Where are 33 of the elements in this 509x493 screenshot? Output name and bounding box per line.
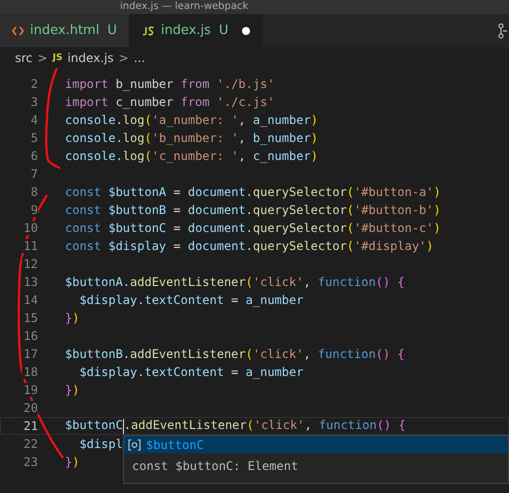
js-file-icon — [140, 26, 155, 36]
code-line: $displ — [78, 437, 123, 451]
suggestion-item[interactable]: $buttonC — [124, 436, 508, 453]
suggestion-detail: const $buttonC: Element — [131, 458, 300, 475]
breadcrumb-item[interactable]: src — [15, 50, 33, 64]
compare-icon[interactable] — [498, 22, 507, 38]
code-line: $display.textContent = a_number — [78, 293, 304, 307]
code-brackets-icon — [12, 26, 24, 36]
code-line: }) — [65, 455, 80, 469]
breadcrumb-separator: > — [118, 50, 129, 64]
code-line: console.log('a_number: ', a_number) — [65, 113, 318, 127]
breadcrumb-item[interactable]: index.js — [67, 50, 114, 64]
editor-tab[interactable]: index.js U — [128, 14, 262, 47]
code-line: }) — [65, 383, 80, 397]
code-line: console.log('b_number: ', b_number) — [65, 131, 318, 145]
js-file-icon: JS — [52, 52, 62, 62]
code-line: const $display = document.querySelector('#display') — [65, 239, 434, 253]
code-line: const $buttonC = document.querySelector('#button-c') — [65, 221, 441, 235]
breadcrumb-item[interactable]: ... — [134, 50, 146, 64]
code-line: $buttonB.addEventListener('click', function() { — [65, 347, 405, 361]
code-line: import c_number from './c.js' — [65, 95, 275, 109]
code-line: $buttonA.addEventListener('click', function() { — [65, 275, 405, 289]
breadcrumb-separator: > — [38, 50, 48, 64]
variable-icon — [128, 438, 141, 450]
code-line: console.log('c_number: ', c_number) — [65, 149, 318, 163]
code-line: const $buttonA = document.querySelector('#button-a') — [65, 185, 441, 199]
window-title: index.js — learn-webpack — [120, 0, 250, 14]
code-line: const $buttonB = document.querySelector('#button-b') — [65, 203, 441, 217]
code-line: }) — [65, 311, 80, 325]
code-line: import b_number from './b.js' — [65, 77, 275, 91]
code-line: $buttonC.addEventListener('click', function() { — [65, 418, 406, 434]
editor-tab[interactable]: index.html U — [0, 14, 129, 47]
code-line: $display.textContent = a_number — [78, 365, 304, 379]
